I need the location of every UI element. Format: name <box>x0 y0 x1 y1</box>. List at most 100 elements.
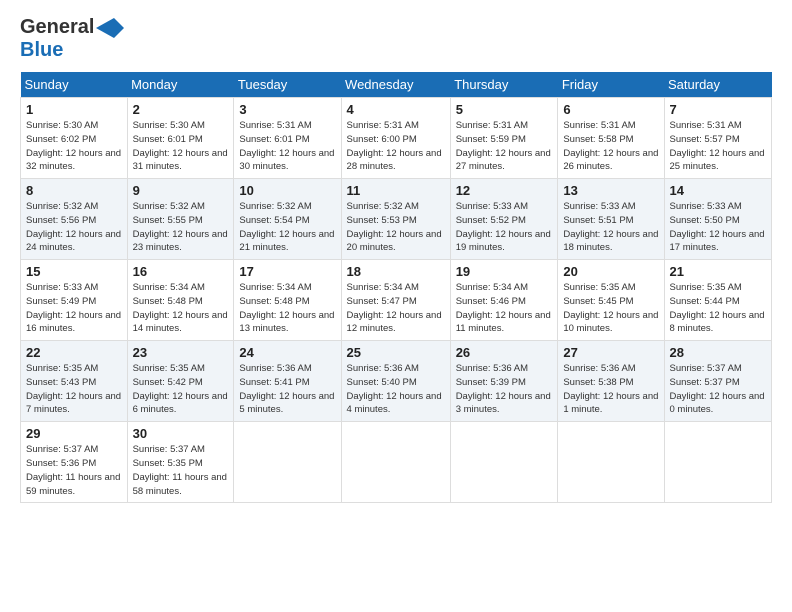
day-number: 1 <box>26 102 122 117</box>
calendar-cell: 30 Sunrise: 5:37 AM Sunset: 5:35 PM Dayl… <box>127 422 234 503</box>
logo: General Blue <box>20 16 124 62</box>
day-info: Sunrise: 5:34 AM Sunset: 5:47 PM Dayligh… <box>347 281 445 336</box>
logo-text-blue: Blue <box>20 39 63 61</box>
calendar-cell: 19 Sunrise: 5:34 AM Sunset: 5:46 PM Dayl… <box>450 260 558 341</box>
day-info: Sunrise: 5:31 AM Sunset: 6:00 PM Dayligh… <box>347 119 445 174</box>
day-number: 4 <box>347 102 445 117</box>
day-number: 13 <box>563 183 658 198</box>
day-info: Sunrise: 5:31 AM Sunset: 5:58 PM Dayligh… <box>563 119 658 174</box>
calendar-cell: 28 Sunrise: 5:37 AM Sunset: 5:37 PM Dayl… <box>664 341 772 422</box>
calendar-cell: 25 Sunrise: 5:36 AM Sunset: 5:40 PM Dayl… <box>341 341 450 422</box>
day-info: Sunrise: 5:37 AM Sunset: 5:37 PM Dayligh… <box>670 362 767 417</box>
day-info: Sunrise: 5:35 AM Sunset: 5:45 PM Dayligh… <box>563 281 658 336</box>
col-monday: Monday <box>127 72 234 98</box>
day-number: 10 <box>239 183 335 198</box>
day-info: Sunrise: 5:33 AM Sunset: 5:51 PM Dayligh… <box>563 200 658 255</box>
day-info: Sunrise: 5:36 AM Sunset: 5:39 PM Dayligh… <box>456 362 553 417</box>
calendar-cell: 4 Sunrise: 5:31 AM Sunset: 6:00 PM Dayli… <box>341 98 450 179</box>
day-number: 6 <box>563 102 658 117</box>
day-number: 17 <box>239 264 335 279</box>
calendar-table: Sunday Monday Tuesday Wednesday Thursday… <box>20 72 772 503</box>
col-tuesday: Tuesday <box>234 72 341 98</box>
calendar-cell: 14 Sunrise: 5:33 AM Sunset: 5:50 PM Dayl… <box>664 179 772 260</box>
day-number: 29 <box>26 426 122 441</box>
header: General Blue <box>20 16 772 62</box>
col-friday: Friday <box>558 72 664 98</box>
day-info: Sunrise: 5:32 AM Sunset: 5:54 PM Dayligh… <box>239 200 335 255</box>
logo-bird-icon <box>96 18 124 38</box>
day-info: Sunrise: 5:33 AM Sunset: 5:50 PM Dayligh… <box>670 200 767 255</box>
logo-text-general: General <box>20 16 94 39</box>
calendar-header-row: Sunday Monday Tuesday Wednesday Thursday… <box>21 72 772 98</box>
calendar-cell: 13 Sunrise: 5:33 AM Sunset: 5:51 PM Dayl… <box>558 179 664 260</box>
day-info: Sunrise: 5:34 AM Sunset: 5:48 PM Dayligh… <box>133 281 229 336</box>
day-number: 9 <box>133 183 229 198</box>
calendar-cell: 3 Sunrise: 5:31 AM Sunset: 6:01 PM Dayli… <box>234 98 341 179</box>
col-saturday: Saturday <box>664 72 772 98</box>
day-number: 20 <box>563 264 658 279</box>
calendar-cell: 20 Sunrise: 5:35 AM Sunset: 5:45 PM Dayl… <box>558 260 664 341</box>
col-wednesday: Wednesday <box>341 72 450 98</box>
calendar-cell: 22 Sunrise: 5:35 AM Sunset: 5:43 PM Dayl… <box>21 341 128 422</box>
calendar-cell: 11 Sunrise: 5:32 AM Sunset: 5:53 PM Dayl… <box>341 179 450 260</box>
day-info: Sunrise: 5:30 AM Sunset: 6:02 PM Dayligh… <box>26 119 122 174</box>
calendar-week-row: 22 Sunrise: 5:35 AM Sunset: 5:43 PM Dayl… <box>21 341 772 422</box>
day-number: 8 <box>26 183 122 198</box>
day-info: Sunrise: 5:35 AM Sunset: 5:43 PM Dayligh… <box>26 362 122 417</box>
calendar-cell: 15 Sunrise: 5:33 AM Sunset: 5:49 PM Dayl… <box>21 260 128 341</box>
day-number: 30 <box>133 426 229 441</box>
day-number: 16 <box>133 264 229 279</box>
day-info: Sunrise: 5:37 AM Sunset: 5:36 PM Dayligh… <box>26 443 122 498</box>
day-number: 7 <box>670 102 767 117</box>
calendar-cell: 16 Sunrise: 5:34 AM Sunset: 5:48 PM Dayl… <box>127 260 234 341</box>
calendar-cell: 2 Sunrise: 5:30 AM Sunset: 6:01 PM Dayli… <box>127 98 234 179</box>
calendar-cell: 17 Sunrise: 5:34 AM Sunset: 5:48 PM Dayl… <box>234 260 341 341</box>
calendar-cell: 23 Sunrise: 5:35 AM Sunset: 5:42 PM Dayl… <box>127 341 234 422</box>
day-number: 15 <box>26 264 122 279</box>
day-info: Sunrise: 5:33 AM Sunset: 5:52 PM Dayligh… <box>456 200 553 255</box>
day-number: 14 <box>670 183 767 198</box>
day-info: Sunrise: 5:32 AM Sunset: 5:56 PM Dayligh… <box>26 200 122 255</box>
calendar-cell: 29 Sunrise: 5:37 AM Sunset: 5:36 PM Dayl… <box>21 422 128 503</box>
day-number: 23 <box>133 345 229 360</box>
calendar-cell: 7 Sunrise: 5:31 AM Sunset: 5:57 PM Dayli… <box>664 98 772 179</box>
calendar-cell: 12 Sunrise: 5:33 AM Sunset: 5:52 PM Dayl… <box>450 179 558 260</box>
calendar-cell: 10 Sunrise: 5:32 AM Sunset: 5:54 PM Dayl… <box>234 179 341 260</box>
day-info: Sunrise: 5:36 AM Sunset: 5:40 PM Dayligh… <box>347 362 445 417</box>
day-info: Sunrise: 5:34 AM Sunset: 5:48 PM Dayligh… <box>239 281 335 336</box>
day-info: Sunrise: 5:32 AM Sunset: 5:55 PM Dayligh… <box>133 200 229 255</box>
day-number: 18 <box>347 264 445 279</box>
calendar-cell <box>234 422 341 503</box>
day-info: Sunrise: 5:31 AM Sunset: 5:59 PM Dayligh… <box>456 119 553 174</box>
col-sunday: Sunday <box>21 72 128 98</box>
calendar-week-row: 8 Sunrise: 5:32 AM Sunset: 5:56 PM Dayli… <box>21 179 772 260</box>
day-number: 12 <box>456 183 553 198</box>
day-info: Sunrise: 5:30 AM Sunset: 6:01 PM Dayligh… <box>133 119 229 174</box>
day-number: 24 <box>239 345 335 360</box>
calendar-cell: 24 Sunrise: 5:36 AM Sunset: 5:41 PM Dayl… <box>234 341 341 422</box>
page: General Blue Sunday Monday Tuesday Wedne… <box>0 0 792 612</box>
calendar-week-row: 1 Sunrise: 5:30 AM Sunset: 6:02 PM Dayli… <box>21 98 772 179</box>
day-info: Sunrise: 5:32 AM Sunset: 5:53 PM Dayligh… <box>347 200 445 255</box>
calendar-cell: 8 Sunrise: 5:32 AM Sunset: 5:56 PM Dayli… <box>21 179 128 260</box>
calendar-cell <box>664 422 772 503</box>
day-info: Sunrise: 5:37 AM Sunset: 5:35 PM Dayligh… <box>133 443 229 498</box>
day-info: Sunrise: 5:35 AM Sunset: 5:42 PM Dayligh… <box>133 362 229 417</box>
calendar-cell <box>450 422 558 503</box>
calendar-cell: 1 Sunrise: 5:30 AM Sunset: 6:02 PM Dayli… <box>21 98 128 179</box>
day-number: 3 <box>239 102 335 117</box>
calendar-cell: 9 Sunrise: 5:32 AM Sunset: 5:55 PM Dayli… <box>127 179 234 260</box>
calendar-cell <box>558 422 664 503</box>
day-info: Sunrise: 5:31 AM Sunset: 6:01 PM Dayligh… <box>239 119 335 174</box>
calendar-cell: 26 Sunrise: 5:36 AM Sunset: 5:39 PM Dayl… <box>450 341 558 422</box>
day-info: Sunrise: 5:35 AM Sunset: 5:44 PM Dayligh… <box>670 281 767 336</box>
day-info: Sunrise: 5:34 AM Sunset: 5:46 PM Dayligh… <box>456 281 553 336</box>
day-number: 2 <box>133 102 229 117</box>
day-number: 21 <box>670 264 767 279</box>
calendar-week-row: 15 Sunrise: 5:33 AM Sunset: 5:49 PM Dayl… <box>21 260 772 341</box>
day-number: 22 <box>26 345 122 360</box>
day-number: 25 <box>347 345 445 360</box>
day-number: 26 <box>456 345 553 360</box>
day-info: Sunrise: 5:36 AM Sunset: 5:38 PM Dayligh… <box>563 362 658 417</box>
day-number: 27 <box>563 345 658 360</box>
